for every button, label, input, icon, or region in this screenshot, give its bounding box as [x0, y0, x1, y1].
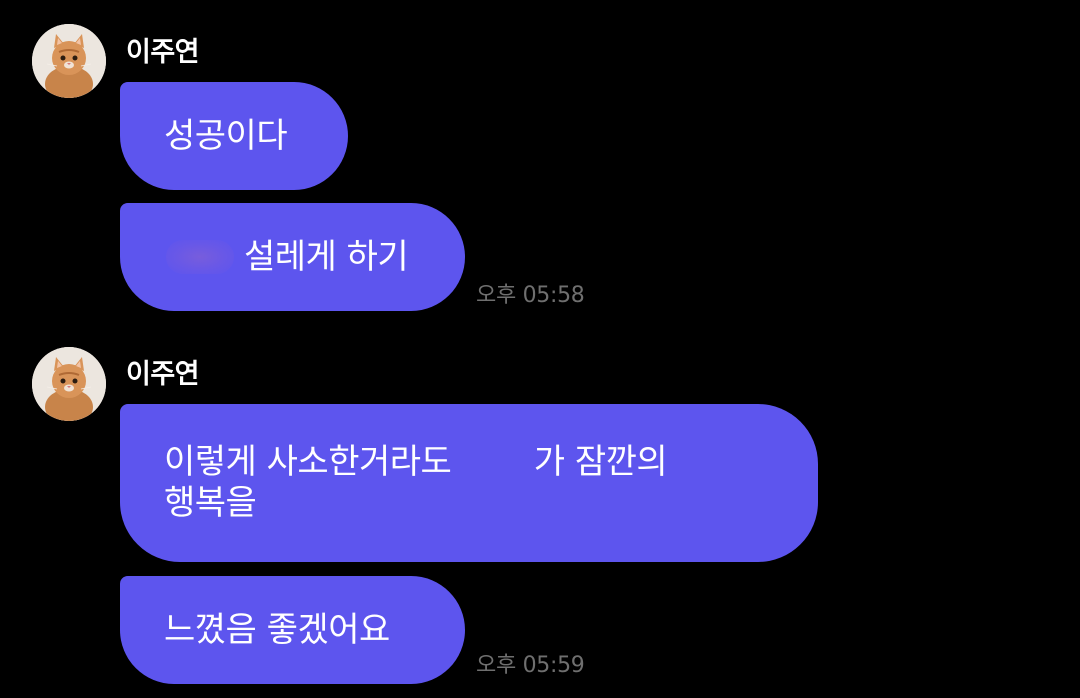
message-text-line: 이렇게 사소한거라도 가 잠깐의 — [164, 442, 668, 482]
message-bubble[interactable]: 느꼈음 좋겠어요 — [120, 576, 465, 684]
avatar[interactable] — [32, 24, 106, 98]
message-bubble[interactable]: 이렇게 사소한거라도 가 잠깐의 행복을 — [120, 404, 818, 562]
message-text: 느꼈음 좋겠어요 — [164, 609, 390, 650]
message-timestamp: 오후 05:59 — [476, 653, 585, 678]
cat-avatar-icon — [32, 24, 106, 98]
avatar[interactable] — [32, 347, 106, 421]
message-text-line: 행복을 — [164, 483, 257, 523]
message-bubble[interactable]: 성공이다 — [120, 82, 348, 190]
sender-name: 이주연 — [126, 359, 200, 390]
message-text: 성공이다 — [164, 115, 288, 156]
cat-avatar-icon — [32, 347, 106, 421]
message-bubble[interactable]: 설레게 하기 — [120, 203, 465, 311]
blurred-name — [166, 240, 234, 274]
sender-name: 이주연 — [126, 37, 200, 68]
message-text: 설레게 하기 — [244, 236, 409, 277]
message-timestamp: 오후 05:58 — [476, 283, 585, 308]
